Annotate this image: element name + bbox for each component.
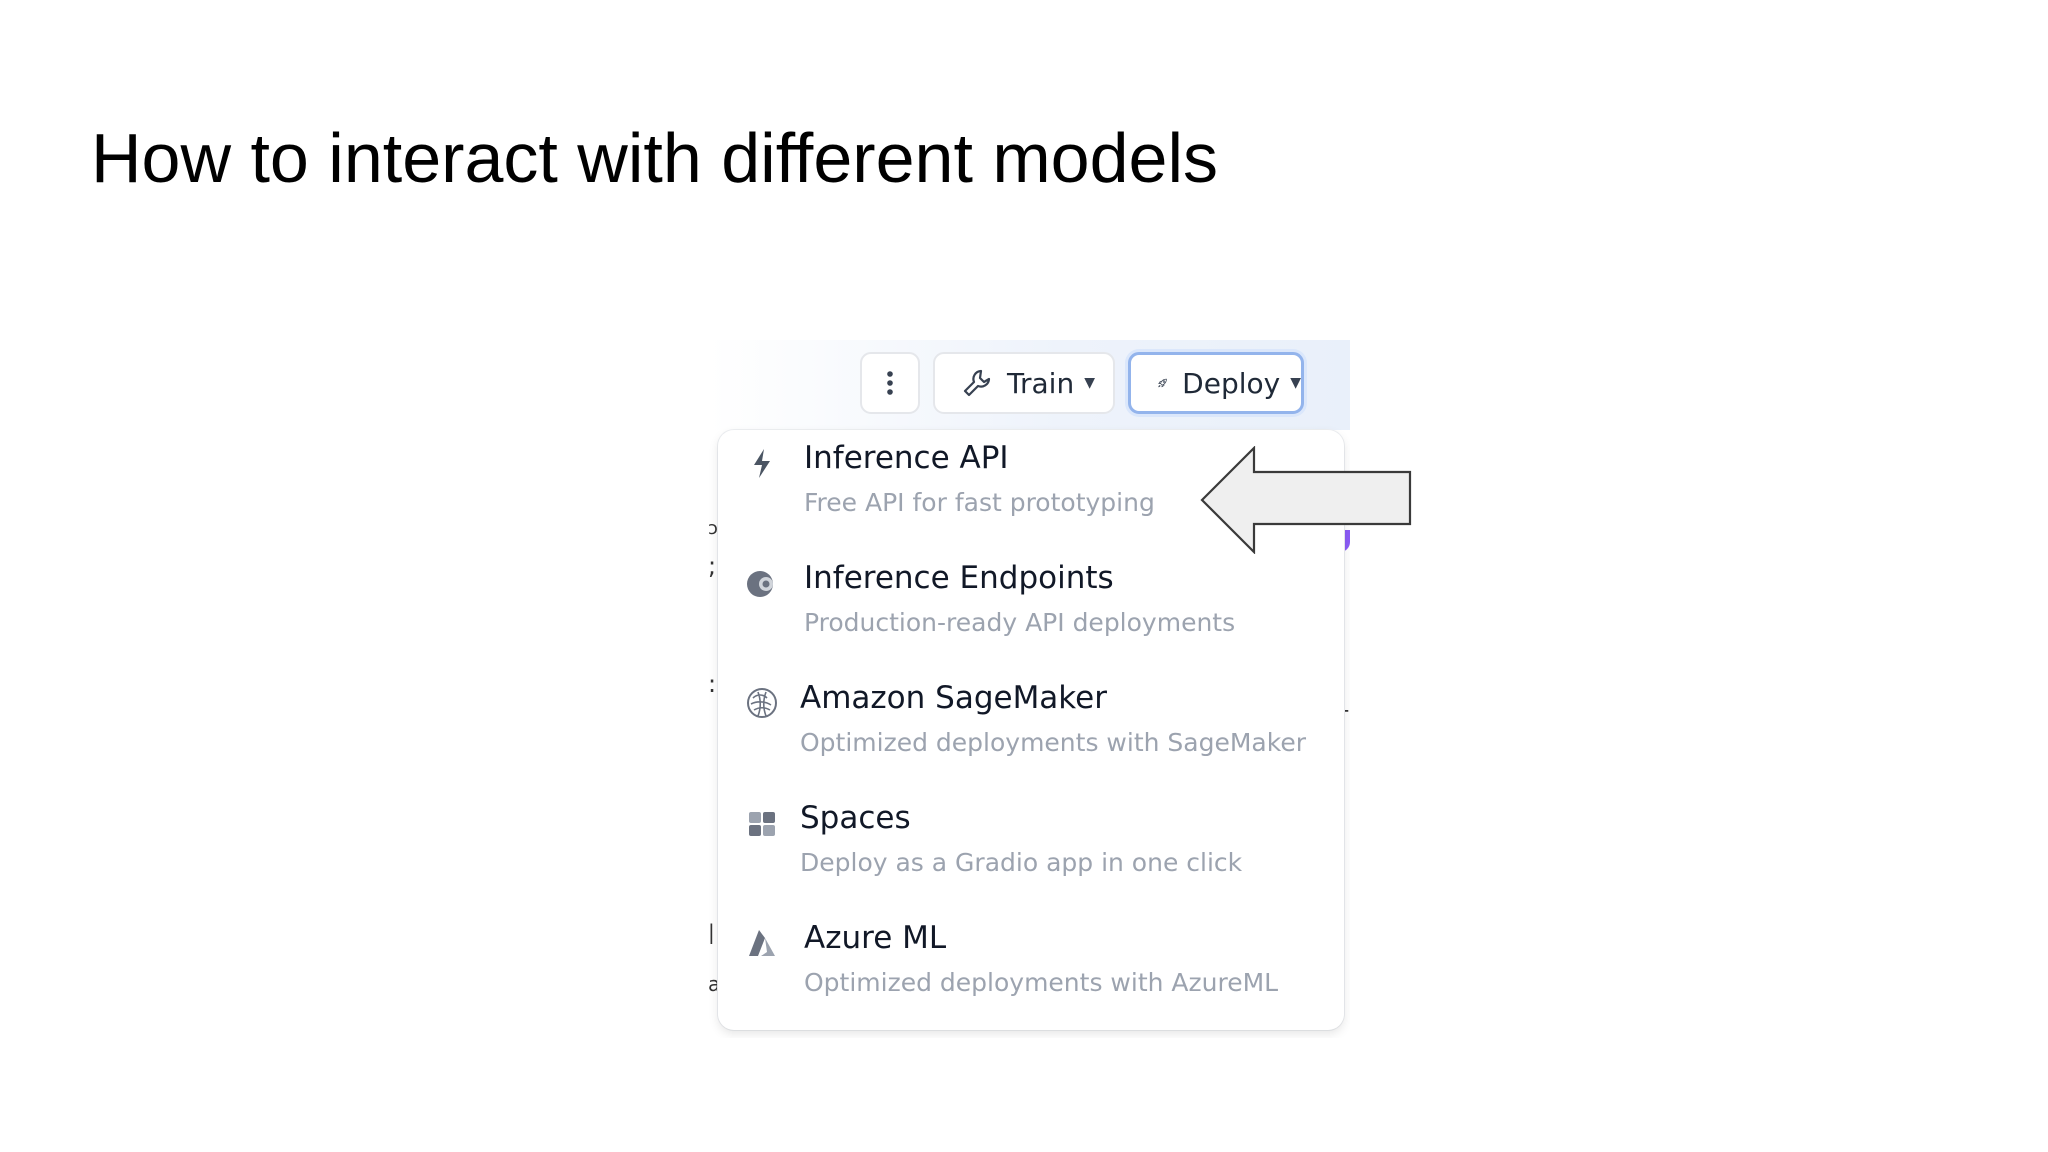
menu-item-description: Optimized deployments with AzureML (804, 968, 1279, 997)
azure-icon (749, 930, 775, 956)
edge-glyph: : (708, 670, 717, 698)
menu-item-description: Production-ready API deployments (804, 608, 1236, 637)
spaces-icon (749, 812, 775, 836)
vertical-ellipsis-icon (887, 371, 893, 395)
menu-item-spaces[interactable]: Spaces Deploy as a Gradio app in one cli… (718, 790, 1344, 910)
menu-item-label: Spaces (800, 800, 911, 836)
menu-item-label: Inference Endpoints (804, 560, 1114, 596)
train-label: Train (1007, 366, 1075, 400)
slide-title: How to interact with different models (91, 119, 1219, 197)
wrench-icon (963, 369, 991, 397)
chevron-down-icon: ▼ (1290, 375, 1301, 391)
more-options-button[interactable] (860, 352, 920, 414)
menu-item-description: Deploy as a Gradio app in one click (800, 848, 1243, 877)
edge-glyph: ; (708, 552, 717, 580)
lightning-icon (754, 449, 770, 478)
endpoints-icon (747, 571, 773, 597)
edge-glyph: | (708, 920, 715, 944)
screenshot-panel: ɔ ; : | a T Train ▼ Deploy ▼ Infe (708, 340, 1350, 1038)
menu-item-azure-ml[interactable]: Azure ML Optimized deployments with Azur… (718, 910, 1344, 1030)
menu-item-inference-endpoints[interactable]: Inference Endpoints Production-ready API… (718, 550, 1344, 670)
chevron-down-icon: ▼ (1084, 375, 1095, 391)
deploy-label: Deploy (1182, 366, 1281, 400)
menu-item-amazon-sagemaker[interactable]: Amazon SageMaker Optimized deployments w… (718, 670, 1344, 790)
sagemaker-icon (747, 688, 777, 718)
menu-item-label: Azure ML (804, 920, 947, 956)
deploy-button[interactable]: Deploy ▼ (1128, 352, 1304, 414)
menu-item-description: Free API for fast prototyping (804, 488, 1155, 517)
menu-item-label: Inference API (804, 440, 1009, 476)
rocket-icon (1158, 378, 1167, 388)
menu-item-label: Amazon SageMaker (800, 680, 1107, 716)
train-button[interactable]: Train ▼ (933, 352, 1115, 414)
left-arrow-callout-icon (1200, 446, 1412, 554)
edge-glyph: ɔ (708, 518, 718, 539)
menu-item-description: Optimized deployments with SageMaker (800, 728, 1306, 757)
